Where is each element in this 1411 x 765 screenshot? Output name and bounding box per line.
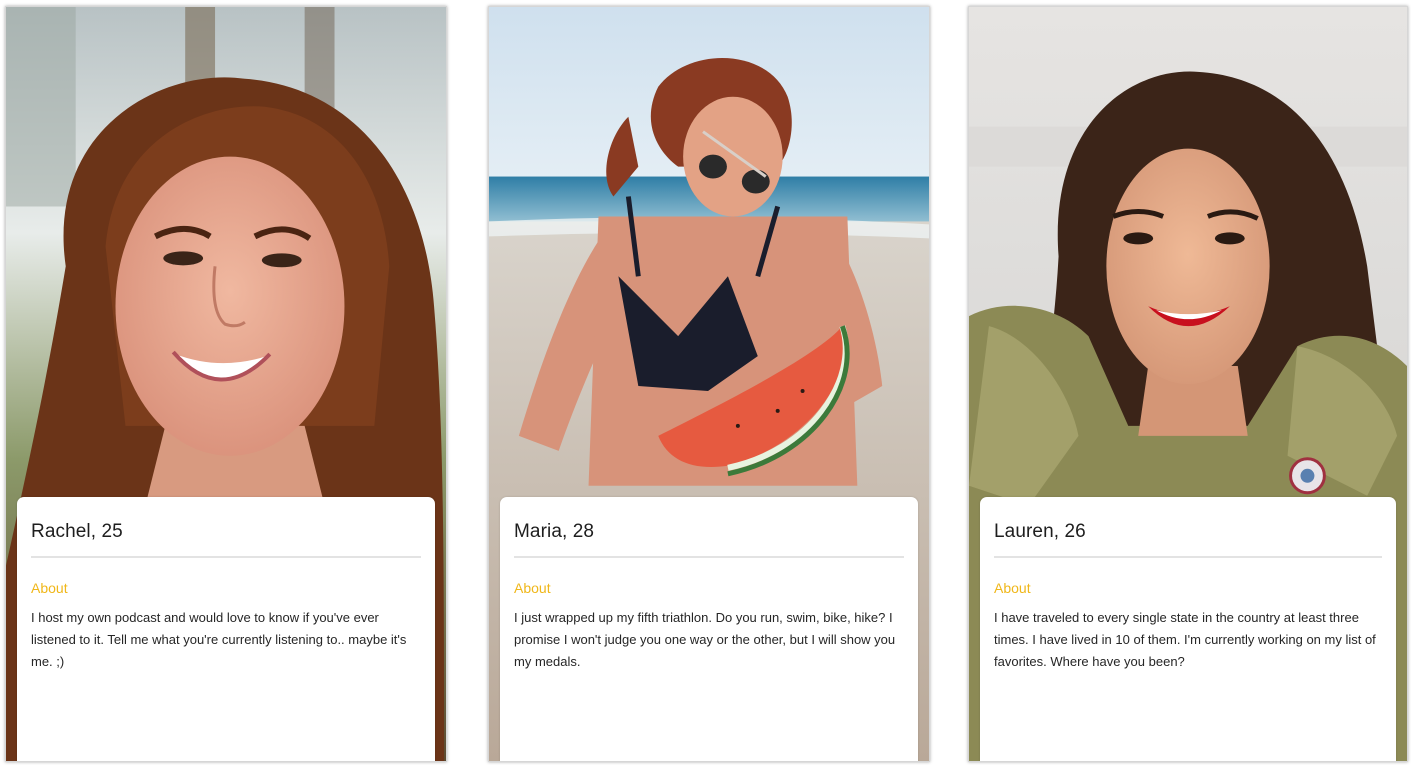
about-text: I host my own podcast and would love to …	[31, 610, 407, 669]
profile-card-lauren[interactable]: Lauren, 26 About I have traveled to ever…	[968, 6, 1408, 762]
profile-info-panel: Maria, 28 About I just wrapped up my fif…	[500, 497, 918, 761]
profile-name-age: Maria, 28	[514, 497, 904, 558]
profile-card-maria[interactable]: Maria, 28 About I just wrapped up my fif…	[488, 6, 930, 762]
profile-info-panel: Rachel, 25 About I host my own podcast a…	[17, 497, 435, 761]
profile-name-age: Rachel, 25	[31, 497, 421, 558]
profile-gallery: Rachel, 25 About I host my own podcast a…	[0, 0, 1411, 765]
about-label: About	[514, 580, 551, 596]
profile-info-panel: Lauren, 26 About I have traveled to ever…	[980, 497, 1396, 761]
about-label: About	[994, 580, 1031, 596]
profile-name-age: Lauren, 26	[994, 497, 1382, 558]
about-text: I just wrapped up my fifth triathlon. Do…	[514, 610, 896, 669]
profile-card-rachel[interactable]: Rachel, 25 About I host my own podcast a…	[5, 6, 447, 762]
about-text: I have traveled to every single state in…	[994, 610, 1376, 669]
about-label: About	[31, 580, 68, 596]
